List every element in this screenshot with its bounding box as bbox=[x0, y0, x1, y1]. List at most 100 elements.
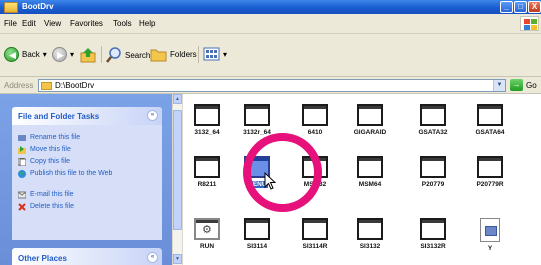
file-name: P20779 bbox=[421, 181, 445, 188]
folders-button[interactable]: Folders bbox=[150, 47, 197, 62]
file-name: SI3132R bbox=[420, 243, 446, 250]
file-name: 6410 bbox=[307, 129, 323, 136]
minimize-button[interactable]: _ bbox=[500, 1, 513, 13]
menu-favorites[interactable]: Favorites bbox=[70, 19, 103, 28]
windows-logo-icon bbox=[520, 16, 539, 31]
close-button[interactable]: X bbox=[528, 1, 541, 13]
collapse-chevron-icon[interactable]: « bbox=[147, 252, 158, 263]
window-title: BootDrv bbox=[22, 2, 54, 11]
email-icon bbox=[18, 191, 26, 199]
file-item[interactable]: SI3114R bbox=[290, 218, 340, 250]
file-item[interactable]: SI3114 bbox=[232, 218, 282, 250]
task-email[interactable]: E-mail this file bbox=[18, 191, 74, 199]
back-button[interactable]: ◀ Back ▾ bbox=[4, 47, 47, 62]
chevron-down-icon[interactable]: ▾ bbox=[223, 50, 227, 59]
file-item[interactable]: GIGARAID bbox=[345, 104, 395, 136]
scroll-down-icon[interactable]: ▼ bbox=[173, 254, 182, 264]
file-item[interactable]: 3132_64 bbox=[182, 104, 232, 136]
mouse-cursor-icon bbox=[264, 171, 277, 190]
file-item[interactable]: GSATA32 bbox=[408, 104, 458, 136]
file-item[interactable]: Y bbox=[465, 218, 515, 252]
views-button[interactable]: ▾ bbox=[203, 47, 227, 61]
scroll-up-icon[interactable]: ▲ bbox=[173, 94, 182, 104]
task-move[interactable]: Move this file bbox=[18, 146, 71, 154]
chevron-down-icon[interactable]: ▾ bbox=[43, 50, 47, 59]
task-delete[interactable]: Delete this file bbox=[18, 203, 74, 211]
chevron-down-icon[interactable]: ▼ bbox=[493, 80, 505, 91]
task-label: E-mail this file bbox=[30, 191, 74, 198]
file-item[interactable]: SI3132 bbox=[345, 218, 395, 250]
forward-arrow-icon: ▶ bbox=[52, 47, 67, 62]
scroll-thumb[interactable] bbox=[173, 110, 182, 230]
publish-icon bbox=[18, 170, 26, 178]
folder-icon bbox=[41, 82, 52, 90]
forward-button[interactable]: ▶ ▾ bbox=[52, 47, 74, 62]
search-button[interactable]: Search bbox=[106, 47, 150, 63]
file-name: 3132_64 bbox=[194, 129, 220, 136]
file-item[interactable]: R8211 bbox=[182, 156, 232, 188]
file-name: GSATA64 bbox=[475, 129, 505, 136]
tasks-title: File and Folder Tasks bbox=[18, 112, 100, 121]
file-name: SI3114 bbox=[246, 243, 268, 250]
task-publish[interactable]: Publish this file to the Web bbox=[18, 170, 128, 178]
task-rename[interactable]: Rename this file bbox=[18, 134, 80, 142]
file-item[interactable]: 3132r_64 bbox=[232, 104, 282, 136]
file-name: MSM64 bbox=[358, 181, 382, 188]
window-file-icon bbox=[420, 104, 446, 126]
window-file-icon bbox=[194, 156, 220, 178]
run-program-icon bbox=[194, 218, 220, 240]
address-input[interactable]: D:\BootDrv ▼ bbox=[38, 79, 506, 92]
collapse-chevron-icon[interactable]: « bbox=[147, 110, 158, 121]
file-item[interactable]: P20779R bbox=[465, 156, 515, 188]
file-item[interactable]: RUN bbox=[182, 218, 232, 250]
config-file-icon bbox=[480, 218, 500, 242]
file-item[interactable]: GSATA64 bbox=[465, 104, 515, 136]
go-arrow-icon[interactable]: → bbox=[510, 79, 523, 91]
menu-edit[interactable]: Edit bbox=[22, 19, 36, 28]
menu-file[interactable]: File bbox=[4, 19, 17, 28]
highlight-circle bbox=[243, 133, 322, 212]
title-bar[interactable]: BootDrv _ □ X bbox=[0, 0, 541, 14]
window-file-icon bbox=[477, 104, 503, 126]
window-file-icon bbox=[357, 104, 383, 126]
file-name: R8211 bbox=[197, 181, 217, 188]
task-label: Delete this file bbox=[30, 203, 74, 210]
menu-help[interactable]: Help bbox=[139, 19, 155, 28]
file-name: SI3132 bbox=[359, 243, 381, 250]
up-folder-button[interactable] bbox=[80, 47, 97, 63]
other-places-header[interactable]: Other Places « bbox=[12, 248, 162, 265]
address-label: Address bbox=[4, 81, 34, 90]
go-button-label[interactable]: Go bbox=[526, 81, 537, 90]
file-name: P20779R bbox=[476, 181, 504, 188]
file-name: Y bbox=[487, 245, 493, 252]
folders-label: Folders bbox=[170, 50, 197, 59]
search-label: Search bbox=[125, 50, 151, 60]
address-path: D:\BootDrv bbox=[55, 81, 95, 90]
task-label: Publish this file to the Web bbox=[30, 170, 113, 177]
move-icon bbox=[18, 146, 26, 154]
copy-icon bbox=[18, 158, 26, 166]
search-icon bbox=[106, 47, 121, 63]
file-item[interactable]: MSM64 bbox=[345, 156, 395, 188]
toolbar-separator bbox=[198, 46, 199, 63]
menu-tools[interactable]: Tools bbox=[113, 19, 132, 28]
explorer-window: BootDrv _ □ X File Edit View Favorites T… bbox=[0, 0, 541, 265]
file-item[interactable]: SI3132R bbox=[408, 218, 458, 250]
maximize-button[interactable]: □ bbox=[514, 1, 527, 13]
menu-view[interactable]: View bbox=[44, 19, 61, 28]
task-label: Copy this file bbox=[30, 158, 71, 165]
window-file-icon bbox=[357, 156, 383, 178]
file-item[interactable]: P20779 bbox=[408, 156, 458, 188]
up-folder-icon bbox=[80, 48, 96, 63]
task-copy[interactable]: Copy this file bbox=[18, 158, 70, 166]
address-bar: Address D:\BootDrv ▼ → Go bbox=[0, 77, 541, 94]
back-arrow-icon: ◀ bbox=[4, 47, 19, 62]
file-name: SI3114R bbox=[302, 243, 328, 250]
chevron-down-icon[interactable]: ▾ bbox=[70, 50, 74, 59]
window-file-icon bbox=[244, 218, 270, 240]
file-item[interactable]: 6410 bbox=[290, 104, 340, 136]
folders-icon bbox=[150, 49, 167, 62]
file-name: GIGARAID bbox=[353, 129, 387, 136]
tasks-header[interactable]: File and Folder Tasks « bbox=[12, 107, 162, 125]
window-file-icon bbox=[194, 104, 220, 126]
